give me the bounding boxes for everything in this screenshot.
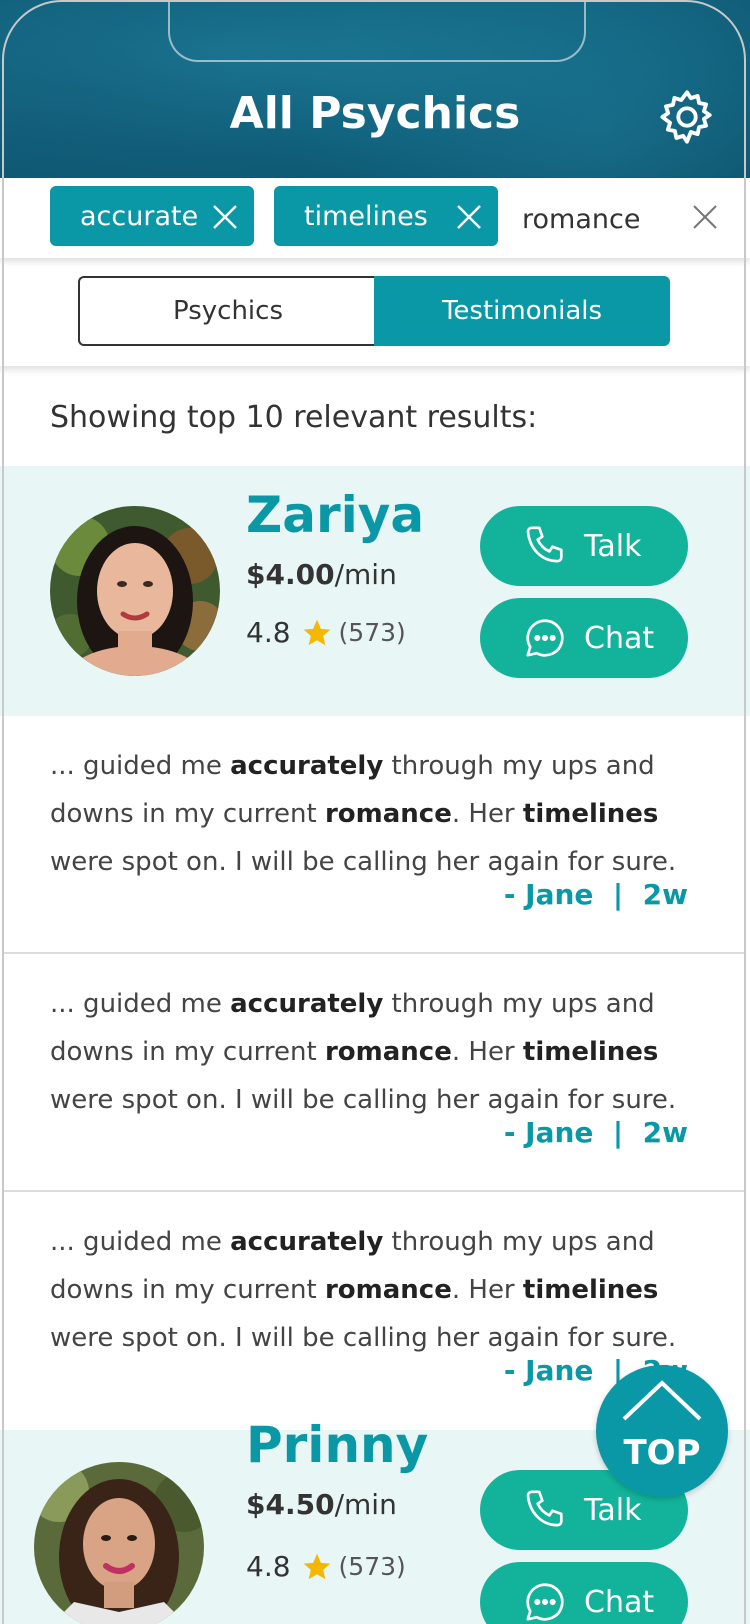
tab-testimonials[interactable]: Testimonials	[374, 276, 670, 346]
header: All Psychics	[0, 0, 750, 178]
chat-icon	[526, 619, 564, 657]
results-count-label: Showing top 10 relevant results:	[50, 400, 538, 435]
testimonial-byline: - Jane | 2w	[503, 1116, 688, 1149]
app-screen: All Psychics accurate timelines romance …	[0, 0, 750, 1624]
remove-chip-icon[interactable]	[456, 204, 482, 230]
rating-value: 4.8	[246, 616, 291, 649]
chat-label: Chat	[584, 1584, 655, 1620]
psychic-rating: 4.8 (573)	[246, 616, 406, 649]
chat-icon	[526, 1583, 564, 1621]
psychic-card[interactable]: Zariya $4.00/min 4.8 (573) Talk Chat	[0, 466, 750, 716]
avatar[interactable]	[34, 1462, 204, 1624]
testimonial: ... guided me accurately through my ups …	[4, 716, 746, 954]
scroll-to-top-button[interactable]: TOP	[596, 1365, 728, 1497]
tab-psychics[interactable]: Psychics	[78, 276, 376, 346]
gear-icon[interactable]	[658, 88, 716, 146]
testimonial-text: ... guided me accurately through my ups …	[50, 1227, 677, 1353]
chip-label: accurate	[80, 200, 199, 232]
talk-label: Talk	[584, 1492, 642, 1528]
psychic-price: $4.50/min	[246, 1488, 397, 1521]
talk-label: Talk	[584, 528, 642, 564]
star-icon	[303, 619, 330, 645]
chat-label: Chat	[584, 620, 655, 656]
chip-label: timelines	[304, 200, 428, 232]
psychic-price: $4.00/min	[246, 558, 397, 591]
filter-chip-accurate[interactable]: accurate	[50, 186, 254, 246]
chevron-up-icon	[622, 1380, 702, 1421]
device-notch	[168, 0, 586, 62]
price-unit: /min	[334, 1488, 397, 1521]
search-bar: accurate timelines romance	[0, 178, 750, 258]
testimonial: ... guided me accurately through my ups …	[4, 954, 746, 1192]
filter-chip-timelines[interactable]: timelines	[274, 186, 498, 246]
tab-bar: Psychics Testimonials	[0, 258, 750, 366]
price-value: $4.50	[246, 1488, 335, 1521]
psychic-name[interactable]: Zariya	[246, 486, 424, 544]
chat-button[interactable]: Chat	[480, 1562, 688, 1624]
price-unit: /min	[334, 558, 397, 591]
review-count: (573)	[338, 618, 406, 647]
price-value: $4.00	[246, 558, 335, 591]
review-count: (573)	[338, 1552, 406, 1581]
testimonial-text: ... guided me accurately through my ups …	[50, 751, 677, 877]
top-label: TOP	[623, 1433, 701, 1473]
psychic-name[interactable]: Prinny	[246, 1416, 428, 1474]
testimonial-text: ... guided me accurately through my ups …	[50, 989, 677, 1115]
search-input[interactable]: romance	[522, 204, 640, 235]
phone-icon	[526, 1490, 563, 1527]
clear-search-icon[interactable]	[692, 204, 718, 230]
chat-button[interactable]: Chat	[480, 598, 688, 678]
rating-value: 4.8	[246, 1550, 291, 1583]
talk-button[interactable]: Talk	[480, 506, 688, 586]
star-icon	[303, 1553, 330, 1579]
phone-icon	[526, 526, 563, 563]
page-title: All Psychics	[229, 88, 521, 139]
testimonial-byline: - Jane | 2w	[503, 878, 688, 911]
psychic-rating: 4.8 (573)	[246, 1550, 406, 1583]
avatar[interactable]	[50, 506, 220, 676]
remove-chip-icon[interactable]	[212, 204, 238, 230]
